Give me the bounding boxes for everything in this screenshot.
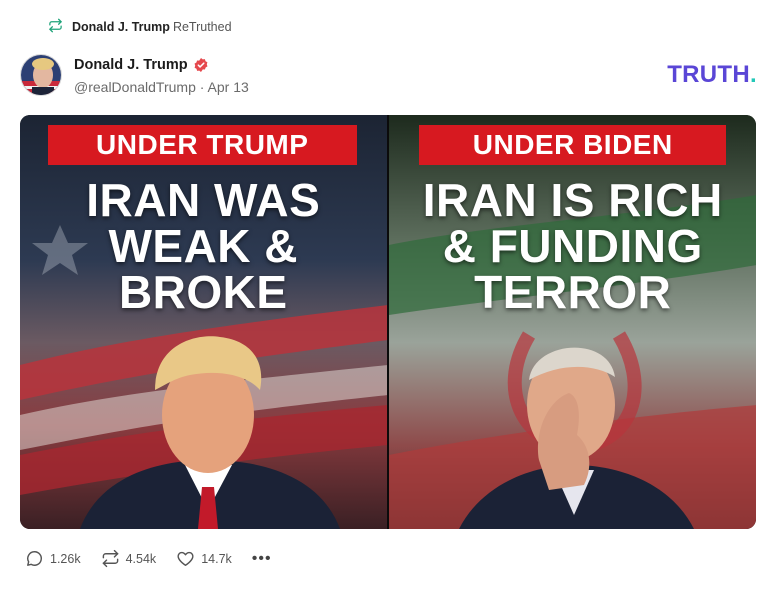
retruth-label: ReTruthed: [172, 20, 232, 34]
headline-left: IRAN WAS WEAK & BROKE: [20, 177, 387, 315]
reply-count: 1.26k: [50, 551, 81, 566]
headline-line: TERROR: [474, 266, 672, 318]
logo-dot: .: [750, 61, 757, 88]
headline-line: IRAN IS RICH: [422, 174, 723, 226]
banner-right: UNDER BIDEN: [419, 125, 726, 165]
more-options-button[interactable]: •••: [251, 549, 272, 567]
post-image[interactable]: UNDER TRUMP IRAN WAS WEAK & BROKE UNDER …: [20, 115, 756, 529]
heart-icon: [176, 549, 195, 568]
media-panel-trump: UNDER TRUMP IRAN WAS WEAK & BROKE: [20, 115, 387, 529]
retruth-button[interactable]: 4.54k: [101, 549, 157, 568]
author-handle-date[interactable]: @realDonaldTrump · Apr 13: [74, 79, 249, 95]
headline-right: IRAN IS RICH & FUNDING TERROR: [389, 177, 756, 315]
avatar[interactable]: [20, 54, 62, 96]
headline-line: IRAN WAS: [86, 174, 321, 226]
logo-text: TRUTH: [667, 61, 751, 88]
reply-button[interactable]: 1.26k: [25, 549, 81, 568]
banner-left: UNDER TRUMP: [48, 125, 357, 165]
post-author: Donald J. Trump @realDonaldTrump · Apr 1…: [20, 54, 249, 96]
post-actions: 1.26k 4.54k 14.7k •••: [25, 549, 292, 568]
more-icon: •••: [251, 549, 272, 567]
like-button[interactable]: 14.7k: [176, 549, 232, 568]
verified-badge-icon: [193, 57, 209, 73]
retruth-header: Donald J. Trump ReTruthed: [48, 18, 232, 36]
headline-line: & FUNDING: [442, 220, 703, 272]
headline-line: BROKE: [118, 266, 288, 318]
like-count: 14.7k: [201, 551, 232, 566]
author-name[interactable]: Donald J. Trump: [74, 57, 188, 73]
retruth-count: 4.54k: [125, 551, 157, 566]
retruth-author-link[interactable]: Donald J. Trump: [72, 20, 170, 34]
headline-line: WEAK &: [108, 220, 299, 272]
reply-icon: [25, 549, 44, 568]
truth-social-logo[interactable]: TRUTH.: [667, 61, 757, 89]
retruth-icon: [48, 18, 63, 36]
media-panel-biden: UNDER BIDEN IRAN IS RICH & FUNDING TERRO…: [389, 115, 756, 529]
retruth-action-icon: [101, 549, 120, 568]
